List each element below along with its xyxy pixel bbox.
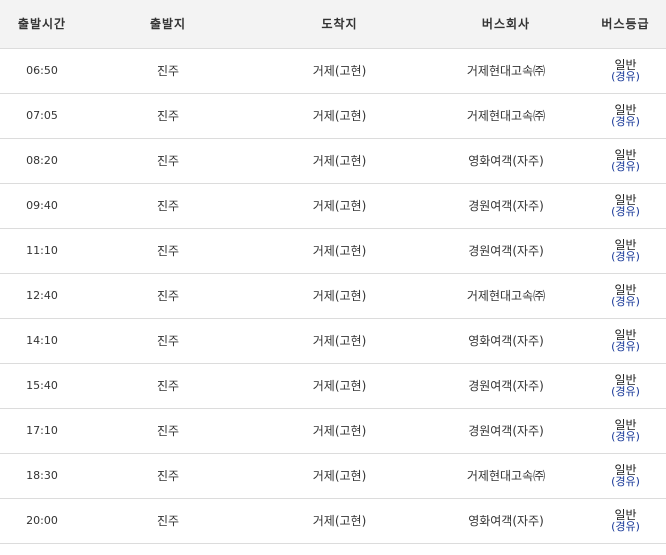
destination: 거제(고현) <box>252 408 427 454</box>
table-header: 출발시간 출발지 도착지 버스회사 버스등급 <box>0 0 666 49</box>
bus-grade-label: 일반 <box>614 282 637 297</box>
table-row: 12:40 진주 거제(고현) 거제현대고속㈜ 일반 (경유) <box>0 273 666 319</box>
bus-grade: 일반 (경유) <box>585 453 666 499</box>
header-bus-grade: 버스등급 <box>585 0 666 49</box>
route-via-link[interactable]: (경유) <box>585 205 666 218</box>
route-via-link[interactable]: (경유) <box>585 475 666 488</box>
header-departure-time: 출발시간 <box>0 0 84 49</box>
bus-company: 거제현대고속㈜ <box>427 453 585 499</box>
bus-grade-label: 일반 <box>614 102 637 117</box>
table-row: 17:10 진주 거제(고현) 경원여객(자주) 일반 (경유) <box>0 408 666 454</box>
bus-company: 경원여객(자주) <box>427 408 585 454</box>
route-via-link[interactable]: (경유) <box>585 115 666 128</box>
origin: 진주 <box>84 498 252 544</box>
bus-grade-label: 일반 <box>614 237 637 252</box>
route-via-link[interactable]: (경유) <box>585 385 666 398</box>
bus-company: 경원여객(자주) <box>427 228 585 274</box>
bus-grade: 일반 (경유) <box>585 93 666 139</box>
table-row: 06:50 진주 거제(고현) 거제현대고속㈜ 일반 (경유) <box>0 48 666 94</box>
bus-grade-label: 일반 <box>614 147 637 162</box>
departure-time: 20:00 <box>0 498 84 544</box>
route-via-link[interactable]: (경유) <box>585 520 666 533</box>
bus-grade: 일반 (경유) <box>585 498 666 544</box>
destination: 거제(고현) <box>252 318 427 364</box>
origin: 진주 <box>84 228 252 274</box>
departure-time: 06:50 <box>0 48 84 94</box>
departure-time: 18:30 <box>0 453 84 499</box>
table-row: 09:40 진주 거제(고현) 경원여객(자주) 일반 (경유) <box>0 183 666 229</box>
departure-time: 07:05 <box>0 93 84 139</box>
bus-grade-label: 일반 <box>614 372 637 387</box>
bus-grade: 일반 (경유) <box>585 183 666 229</box>
bus-grade-label: 일반 <box>614 57 637 72</box>
bus-company: 경원여객(자주) <box>427 363 585 409</box>
header-origin: 출발지 <box>84 0 252 49</box>
bus-grade-label: 일반 <box>614 507 637 522</box>
destination: 거제(고현) <box>252 228 427 274</box>
bus-grade-label: 일반 <box>614 462 637 477</box>
origin: 진주 <box>84 453 252 499</box>
bus-company: 경원여객(자주) <box>427 183 585 229</box>
bus-company: 영화여객(자주) <box>427 318 585 364</box>
header-bus-company: 버스회사 <box>427 0 585 49</box>
bus-company: 거제현대고속㈜ <box>427 273 585 319</box>
destination: 거제(고현) <box>252 498 427 544</box>
departure-time: 15:40 <box>0 363 84 409</box>
destination: 거제(고현) <box>252 93 427 139</box>
origin: 진주 <box>84 363 252 409</box>
table-row: 14:10 진주 거제(고현) 영화여객(자주) 일반 (경유) <box>0 318 666 364</box>
bus-company: 거제현대고속㈜ <box>427 48 585 94</box>
table-row: 20:00 진주 거제(고현) 영화여객(자주) 일반 (경유) <box>0 498 666 544</box>
destination: 거제(고현) <box>252 48 427 94</box>
origin: 진주 <box>84 273 252 319</box>
route-via-link[interactable]: (경유) <box>585 70 666 83</box>
destination: 거제(고현) <box>252 273 427 319</box>
header-destination: 도착지 <box>252 0 427 49</box>
destination: 거제(고현) <box>252 183 427 229</box>
bus-company: 영화여객(자주) <box>427 498 585 544</box>
route-via-link[interactable]: (경유) <box>585 295 666 308</box>
bus-grade: 일반 (경유) <box>585 228 666 274</box>
origin: 진주 <box>84 48 252 94</box>
departure-time: 14:10 <box>0 318 84 364</box>
bus-grade: 일반 (경유) <box>585 273 666 319</box>
table-row: 18:30 진주 거제(고현) 거제현대고속㈜ 일반 (경유) <box>0 453 666 499</box>
departure-time: 08:20 <box>0 138 84 184</box>
origin: 진주 <box>84 93 252 139</box>
table-row: 07:05 진주 거제(고현) 거제현대고속㈜ 일반 (경유) <box>0 93 666 139</box>
route-via-link[interactable]: (경유) <box>585 340 666 353</box>
bus-grade-label: 일반 <box>614 327 637 342</box>
bus-grade: 일반 (경유) <box>585 318 666 364</box>
route-via-link[interactable]: (경유) <box>585 250 666 263</box>
route-via-link[interactable]: (경유) <box>585 160 666 173</box>
origin: 진주 <box>84 183 252 229</box>
origin: 진주 <box>84 318 252 364</box>
route-via-link[interactable]: (경유) <box>585 430 666 443</box>
bus-schedule-table: 출발시간 출발지 도착지 버스회사 버스등급 06:50 진주 거제(고현) 거… <box>0 0 666 544</box>
departure-time: 17:10 <box>0 408 84 454</box>
departure-time: 11:10 <box>0 228 84 274</box>
destination: 거제(고현) <box>252 363 427 409</box>
table-row: 11:10 진주 거제(고현) 경원여객(자주) 일반 (경유) <box>0 228 666 274</box>
destination: 거제(고현) <box>252 138 427 184</box>
origin: 진주 <box>84 408 252 454</box>
bus-grade-label: 일반 <box>614 417 637 432</box>
bus-grade: 일반 (경유) <box>585 138 666 184</box>
bus-grade: 일반 (경유) <box>585 48 666 94</box>
bus-company: 영화여객(자주) <box>427 138 585 184</box>
table-body: 06:50 진주 거제(고현) 거제현대고속㈜ 일반 (경유) 07:05 진주 … <box>0 48 666 544</box>
bus-grade: 일반 (경유) <box>585 408 666 454</box>
destination: 거제(고현) <box>252 453 427 499</box>
departure-time: 12:40 <box>0 273 84 319</box>
bus-company: 거제현대고속㈜ <box>427 93 585 139</box>
header-row: 출발시간 출발지 도착지 버스회사 버스등급 <box>0 0 666 49</box>
departure-time: 09:40 <box>0 183 84 229</box>
table-row: 15:40 진주 거제(고현) 경원여객(자주) 일반 (경유) <box>0 363 666 409</box>
bus-grade: 일반 (경유) <box>585 363 666 409</box>
origin: 진주 <box>84 138 252 184</box>
table-row: 08:20 진주 거제(고현) 영화여객(자주) 일반 (경유) <box>0 138 666 184</box>
bus-grade-label: 일반 <box>614 192 637 207</box>
